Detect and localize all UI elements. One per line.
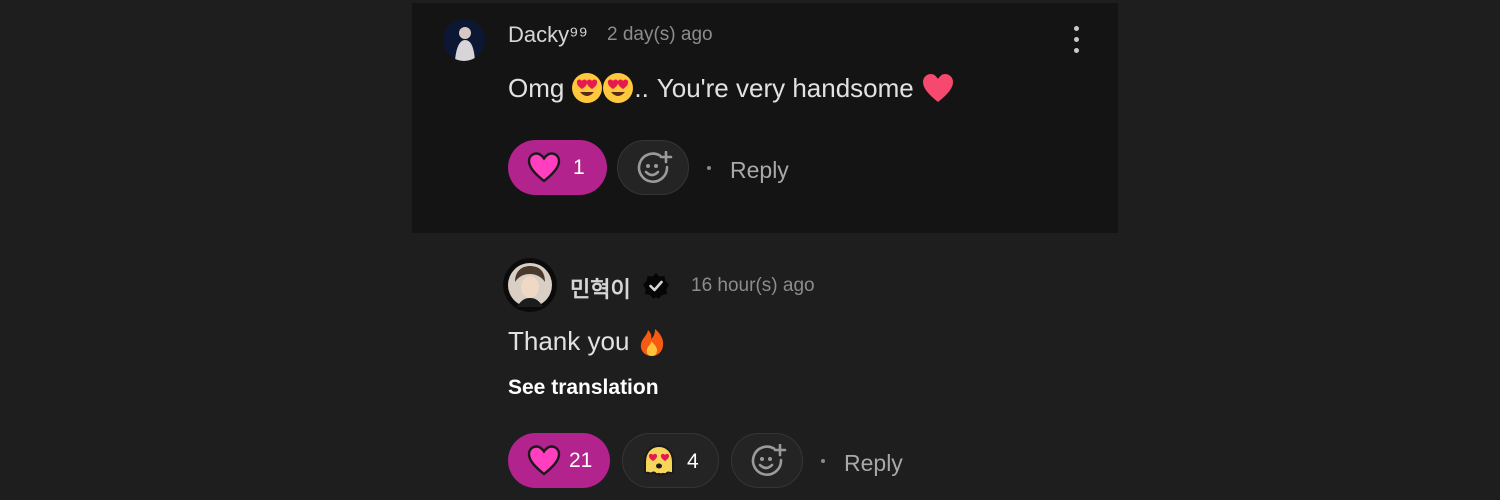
reply-reply-button[interactable]: Reply bbox=[844, 450, 903, 477]
separator-dot bbox=[821, 459, 825, 463]
comment-text-end: You're very handsome bbox=[656, 72, 914, 103]
fire-emoji-icon bbox=[637, 325, 667, 357]
reply-timestamp: 16 hour(s) ago bbox=[691, 275, 815, 296]
separator-dot bbox=[707, 166, 711, 170]
see-translation-link[interactable]: See translation bbox=[508, 376, 659, 400]
comment-body: Omg .. You're very handsome bbox=[508, 72, 954, 104]
reply-avatar[interactable] bbox=[503, 258, 557, 312]
add-reaction-icon bbox=[637, 150, 673, 190]
heart-icon bbox=[527, 445, 561, 481]
comment-text-dots: .. bbox=[634, 72, 649, 103]
ghost-reaction-button[interactable]: 4 bbox=[622, 433, 719, 488]
avatar[interactable] bbox=[443, 19, 485, 61]
reply-like-button[interactable]: 21 bbox=[508, 433, 610, 488]
ghost-heart-eyes-icon bbox=[641, 444, 677, 483]
reply-button[interactable]: Reply bbox=[730, 157, 789, 184]
comment-text-start: Omg bbox=[508, 72, 565, 103]
reply-add-reaction-button[interactable] bbox=[731, 433, 803, 488]
reply-text: Thank you bbox=[508, 325, 630, 356]
more-vertical-icon[interactable] bbox=[1068, 24, 1086, 56]
red-heart-emoji-icon bbox=[922, 73, 954, 103]
comment-author[interactable]: Dacky⁹⁹ bbox=[508, 22, 588, 48]
heart-icon bbox=[527, 152, 561, 188]
like-count: 1 bbox=[573, 156, 585, 179]
heart-eyes-emoji-icon bbox=[572, 72, 634, 104]
add-reaction-icon bbox=[751, 443, 787, 483]
reply-body: Thank you bbox=[508, 325, 667, 357]
add-reaction-button[interactable] bbox=[617, 140, 689, 195]
like-button[interactable]: 1 bbox=[508, 140, 607, 195]
comment-timestamp: 2 day(s) ago bbox=[607, 24, 713, 45]
verified-badge-icon bbox=[642, 272, 670, 305]
ghost-reaction-count: 4 bbox=[687, 450, 699, 473]
reply-author[interactable]: 민혁이 bbox=[570, 272, 631, 304]
reply-like-count: 21 bbox=[569, 449, 593, 472]
